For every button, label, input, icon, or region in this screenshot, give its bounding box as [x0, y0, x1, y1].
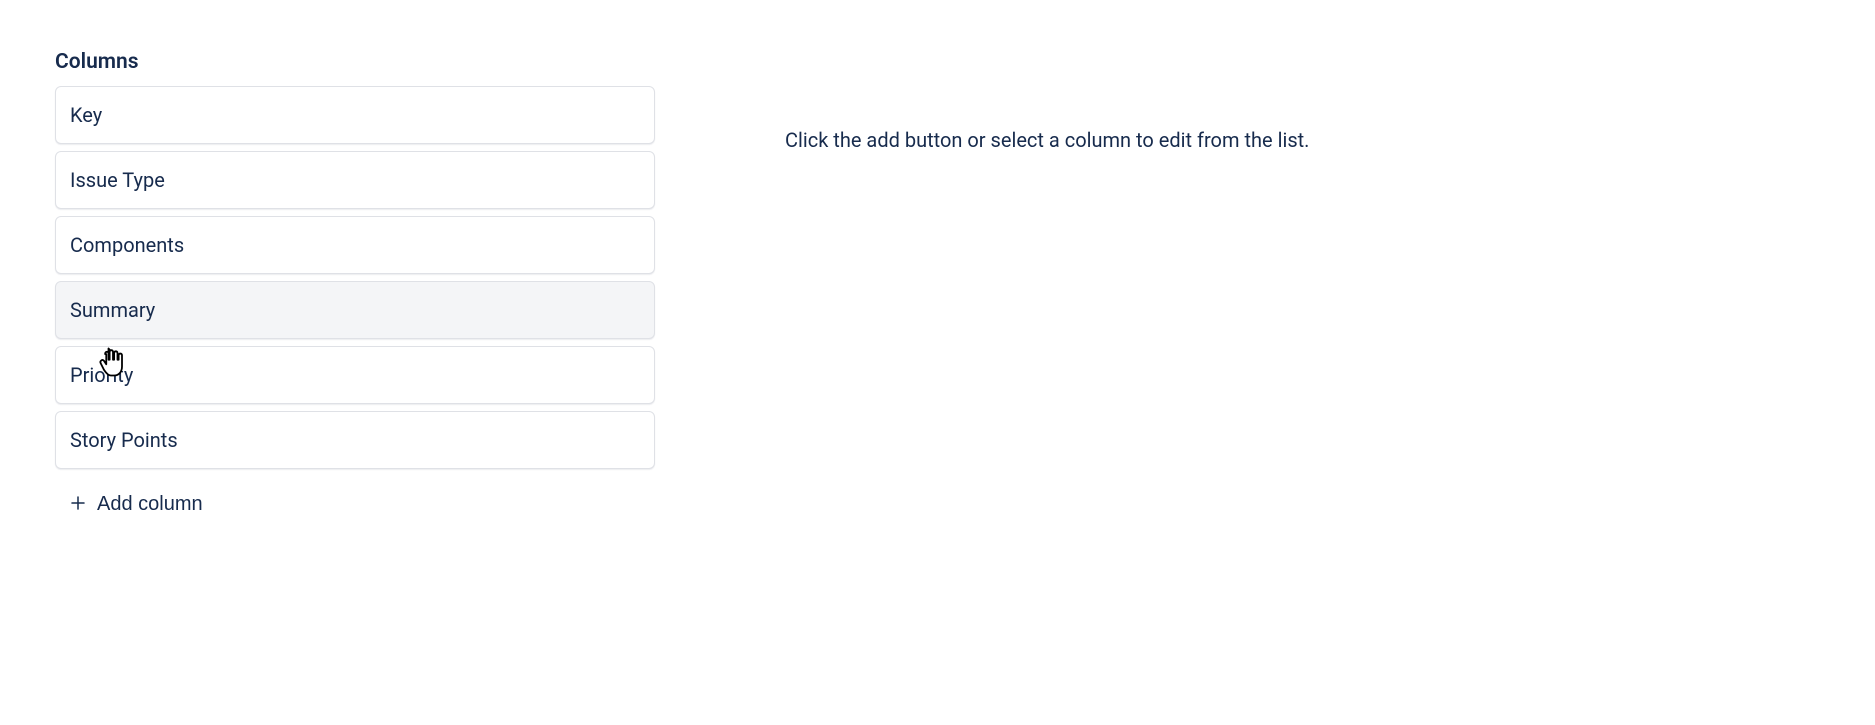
- instruction-text: Click the add button or select a column …: [785, 128, 1309, 152]
- column-item-label: Components: [70, 233, 184, 257]
- column-item-key[interactable]: Key: [55, 86, 655, 144]
- column-item-label: Key: [70, 103, 102, 127]
- columns-config-panel: Columns Key Issue Type Components Summar…: [0, 0, 1875, 574]
- columns-left-panel: Columns Key Issue Type Components Summar…: [55, 50, 655, 524]
- column-item-label: Summary: [70, 298, 155, 322]
- column-item-label: Issue Type: [70, 168, 165, 192]
- add-column-label: Add column: [97, 493, 203, 516]
- column-item-story-points[interactable]: Story Points: [55, 411, 655, 469]
- columns-right-panel: Click the add button or select a column …: [785, 50, 1309, 524]
- add-column-button[interactable]: Add column: [55, 485, 217, 524]
- section-title: Columns: [55, 50, 655, 74]
- column-item-issue-type[interactable]: Issue Type: [55, 151, 655, 209]
- column-item-components[interactable]: Components: [55, 216, 655, 274]
- column-item-label: Story Points: [70, 428, 178, 452]
- plus-icon: [69, 494, 87, 516]
- column-item-label: Priority: [70, 363, 133, 387]
- column-item-priority[interactable]: Priority: [55, 346, 655, 404]
- column-list: Key Issue Type Components Summary Priori…: [55, 86, 655, 469]
- column-item-summary[interactable]: Summary: [55, 281, 655, 339]
